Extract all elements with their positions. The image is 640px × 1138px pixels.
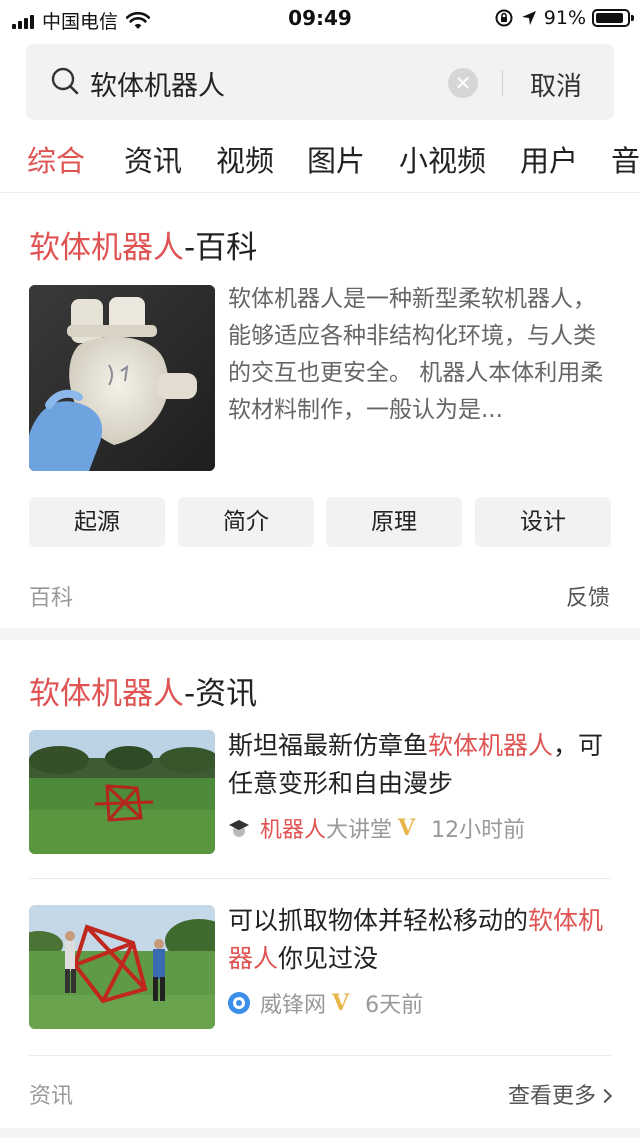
tab-zixun[interactable]: 资讯 [124, 138, 182, 180]
news-thumbnail-image[interactable] [29, 730, 215, 854]
graduation-cap-icon [229, 820, 249, 837]
location-arrow-icon [521, 11, 536, 25]
tab-yonghu[interactable]: 用户 [520, 138, 578, 180]
tabs-divider [0, 192, 640, 193]
search-divider [502, 70, 503, 96]
news-card-title[interactable]: 软体机器人-资讯 [29, 668, 257, 713]
baike-thumbnail-image[interactable] [29, 285, 215, 471]
news-item-title[interactable]: 斯坦福最新仿章鱼软体机器人，可任意变形和自由漫步 [228, 727, 612, 803]
tab-yin[interactable]: 音 [611, 138, 640, 180]
feedback-link[interactable]: 反馈 [566, 580, 610, 612]
weiphone-logo-icon [228, 992, 250, 1014]
news-divider [29, 878, 611, 879]
baike-description: 软体机器人是一种新型柔软机器人，能够适应各种非结构化环境，与人类的交互也更安全。… [228, 286, 604, 423]
search-icon [51, 67, 79, 95]
news-source[interactable]: 大讲堂 [326, 812, 392, 844]
chip-origin[interactable]: 起源 [29, 497, 165, 547]
news-source[interactable]: 威锋网 [260, 987, 326, 1019]
news-item-title[interactable]: 可以抓取物体并轻松移动的软体机器人你见过没 [228, 902, 612, 978]
chevron-right-icon [597, 1088, 613, 1104]
tab-xiaoshipin[interactable]: 小视频 [399, 138, 486, 180]
chip-design[interactable]: 设计 [475, 497, 611, 547]
baike-footer-label: 百科 [29, 586, 74, 611]
news-thumbnail-image[interactable] [29, 905, 215, 1029]
see-more-link[interactable]: 查看更多 [508, 1078, 613, 1110]
chip-intro[interactable]: 简介 [178, 497, 314, 547]
news-item-meta: 威锋网 V 6天前 [228, 987, 424, 1019]
verified-badge: V [332, 990, 350, 1016]
category-tabs: 综合 资讯 视频 图片 小视频 用户 音 [0, 138, 640, 188]
tab-zonghe[interactable]: 综合 [27, 138, 85, 180]
baike-card-title[interactable]: 软体机器人-百科 [29, 222, 257, 267]
battery-percent: 91% [543, 7, 586, 29]
tab-shipin[interactable]: 视频 [216, 138, 274, 180]
news-time: 6天前 [365, 993, 424, 1018]
verified-badge: V [398, 815, 416, 841]
rotation-lock-icon [495, 9, 513, 27]
tab-tupian[interactable]: 图片 [307, 138, 365, 180]
card-separator [0, 628, 640, 640]
news-item-meta: 机器人 大讲堂 V 12小时前 [228, 812, 526, 844]
chip-principle[interactable]: 原理 [326, 497, 462, 547]
news-time: 12小时前 [431, 818, 526, 843]
search-bar[interactable]: 软体机器人 ✕ 取消 [26, 44, 614, 120]
status-bar: 中国电信 09:49 91% [0, 0, 640, 36]
news-divider [29, 1055, 611, 1056]
cancel-button[interactable]: 取消 [530, 66, 582, 103]
card-separator [0, 1128, 640, 1138]
search-input[interactable]: 软体机器人 [90, 64, 225, 103]
clear-icon[interactable]: ✕ [448, 68, 478, 98]
battery-icon [592, 9, 634, 27]
news-footer-label: 资讯 [29, 1084, 74, 1109]
